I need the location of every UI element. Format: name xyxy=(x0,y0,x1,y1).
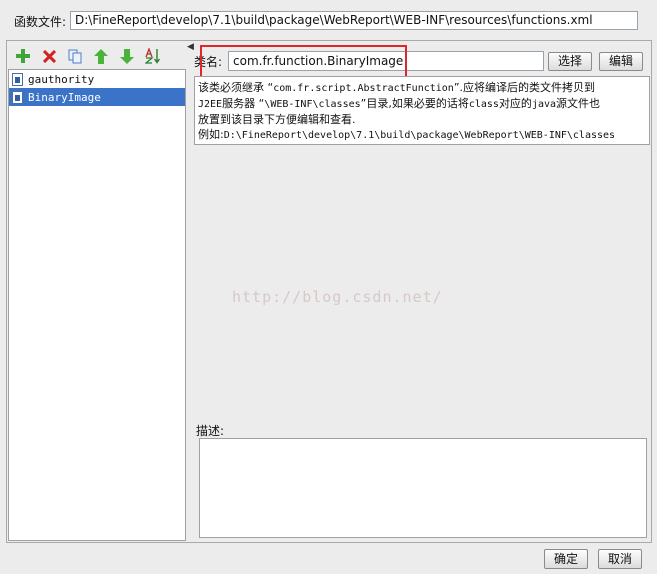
watermark: http://blog.csdn.net/ xyxy=(232,288,443,306)
class-name-input[interactable]: com.fr.function.BinaryImage xyxy=(228,51,544,71)
info-line-3: 放置到该目录下方便编辑和查看. xyxy=(198,113,356,126)
copy-icon xyxy=(68,49,81,63)
list-item-binaryimage[interactable]: BinaryImage xyxy=(9,88,185,106)
delete-x-icon xyxy=(42,49,56,63)
info-line-4: 例如:D:\FineReport\develop\7.1\build\packa… xyxy=(198,127,646,143)
info-text: 例如: xyxy=(198,128,224,141)
choose-class-button[interactable]: 选择 xyxy=(548,52,592,71)
info-line-2: J2EE服务器 “\WEB-INF\classes”目录,如果必要的话将clas… xyxy=(198,96,646,112)
info-code: class xyxy=(468,99,499,110)
ok-button[interactable]: 确定 xyxy=(544,549,588,569)
list-item-label: gauthority xyxy=(28,72,95,86)
sort-az-icon xyxy=(145,48,161,64)
info-text: 该类必须继承 “ xyxy=(198,81,274,94)
description-label: 描述: xyxy=(196,424,225,438)
class-info-text: 该类必须继承 “com.fr.script.AbstractFunction”.… xyxy=(194,76,650,145)
class-name-label: 类名: xyxy=(194,55,223,69)
description-textarea[interactable] xyxy=(199,438,647,538)
info-text: ”目录,如果必要的话将 xyxy=(360,97,469,110)
info-code: com.fr.script.AbstractFunction xyxy=(273,83,454,94)
move-down-button[interactable] xyxy=(117,46,137,66)
arrow-down-icon xyxy=(120,48,134,64)
function-file-label: 函数文件: xyxy=(14,15,67,29)
edit-class-button[interactable]: 编辑 xyxy=(599,52,643,71)
info-code: \WEB-INF\classes xyxy=(264,99,361,110)
arrow-up-icon xyxy=(94,48,108,64)
copy-function-button[interactable] xyxy=(65,46,85,66)
info-text: 源文件也 xyxy=(556,97,601,110)
info-code: D:\FineReport\develop\7.1\build\package\… xyxy=(223,130,616,141)
info-text: ”.应将编译后的类文件拷贝到 xyxy=(453,81,596,94)
delete-function-button[interactable] xyxy=(39,46,59,66)
info-code: J2EE xyxy=(198,99,223,110)
panel-splitter[interactable] xyxy=(187,42,192,540)
info-line-1: 该类必须继承 “com.fr.script.AbstractFunction”.… xyxy=(198,80,646,96)
plus-icon xyxy=(16,49,30,63)
move-up-button[interactable] xyxy=(91,46,111,66)
info-code: java xyxy=(531,99,557,110)
function-list-toolbar xyxy=(13,46,163,66)
info-text: 对应的 xyxy=(498,97,532,110)
list-item-gauthority[interactable]: gauthority xyxy=(9,70,185,88)
function-list: gauthority BinaryImage xyxy=(8,69,186,541)
add-function-button[interactable] xyxy=(13,46,33,66)
collapse-left-icon[interactable]: ◀ xyxy=(187,42,194,52)
info-text: 服务器 “ xyxy=(222,97,265,110)
function-file-path-field[interactable]: D:\FineReport\develop\7.1\build\package\… xyxy=(70,11,638,30)
cancel-button[interactable]: 取消 xyxy=(598,549,642,569)
class-file-icon xyxy=(12,90,23,104)
class-file-icon xyxy=(12,72,23,86)
list-item-label: BinaryImage xyxy=(28,90,101,104)
sort-button[interactable] xyxy=(143,46,163,66)
